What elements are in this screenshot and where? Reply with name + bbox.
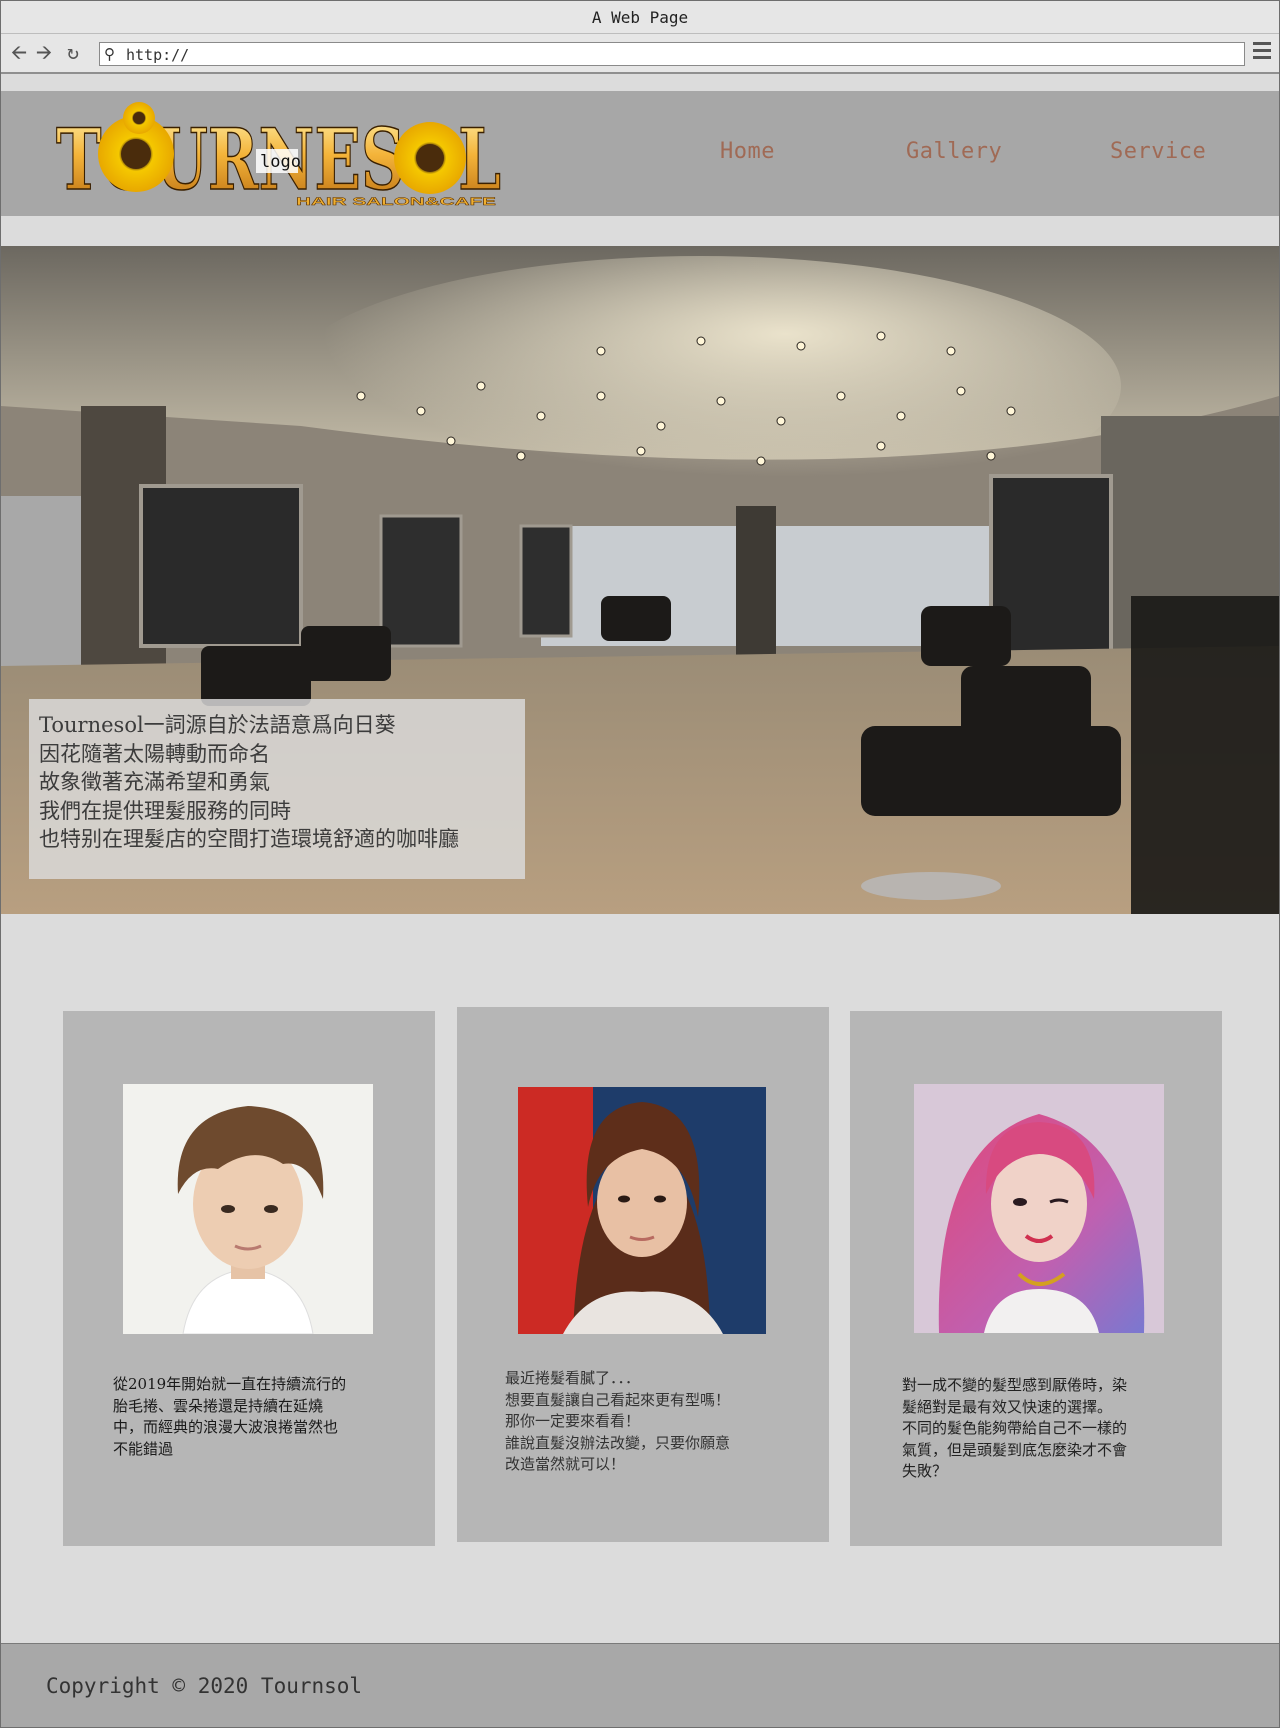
address-bar-url: http://: [126, 46, 190, 64]
card-text-line: 氣質，但是頭髮到底怎麼染才不會: [902, 1440, 1128, 1459]
hero-banner: Tournesol一詞源自於法語意爲向日葵 因花隨著太陽轉動而命名 故象徵著充滿…: [1, 246, 1279, 914]
card-text-line: 改造當然就可以！: [505, 1455, 626, 1473]
hamburger-menu-icon[interactable]: [1253, 42, 1271, 60]
card-text-line: 胎毛捲、雲朵捲還是持續在延燒: [113, 1396, 324, 1415]
card-text: 從2019年開始就一直在持續流行的 胎毛捲、雲朵捲還是持續在延燒 中，而經典的浪…: [113, 1374, 346, 1460]
nav-home[interactable]: Home: [720, 139, 775, 164]
card-text-line: 不同的髮色能夠帶給自己不一樣的: [902, 1419, 1128, 1437]
woman-with-pink-purple-hair-photo: [914, 1084, 1164, 1333]
logo-label: logo: [260, 152, 301, 172]
reload-icon[interactable]: ↻: [63, 42, 83, 62]
card-text-line: 從2019年開始就一直在持續流行的: [113, 1375, 347, 1393]
browser-title-bar: A Web Page: [1, 1, 1279, 34]
sunflower-icon: [394, 122, 466, 194]
card-text-line: 中，而經典的浪漫大波浪捲當然也: [113, 1418, 339, 1436]
hero-caption-line: 也特别在理髮店的空間打造環境舒適的咖啡廳: [39, 827, 459, 851]
style-card-straight[interactable]: 最近捲髮看膩了．．． 想要直髮讓自己看起來更有型嗎！ 那你一定要來看看！ 誰說直…: [457, 1007, 829, 1542]
card-text: 對一成不變的髮型感到厭倦時，染 髮絕對是最有效又快速的選擇。 不同的髮色能夠帶給…: [902, 1375, 1127, 1483]
forward-arrow-icon[interactable]: 🡪: [34, 42, 54, 62]
card-text-line: 對一成不變的髮型感到厭倦時，染: [902, 1376, 1128, 1394]
style-card-dye[interactable]: 對一成不變的髮型感到厭倦時，染 髮絕對是最有效又快速的選擇。 不同的髮色能夠帶給…: [850, 1011, 1222, 1546]
style-card-curly[interactable]: 從2019年開始就一直在持續流行的 胎毛捲、雲朵捲還是持續在延燒 中，而經典的浪…: [63, 1011, 435, 1546]
nav-service[interactable]: Service: [1110, 139, 1206, 164]
page-title: A Web Page: [591, 8, 689, 27]
card-text-line: 誰說直髮沒辦法改變，只要你願意: [505, 1433, 731, 1452]
nav-gallery[interactable]: Gallery: [906, 139, 1002, 164]
card-text-line: 想要直髮讓自己看起來更有型嗎！: [505, 1390, 731, 1409]
site-footer: Copyright © 2020 Tournsol: [1, 1643, 1279, 1727]
hero-caption: Tournesol一詞源自於法語意爲向日葵 因花隨著太陽轉動而命名 故象徵著充滿…: [29, 699, 525, 879]
card-text-line: 不能錯過: [113, 1439, 174, 1458]
man-with-wavy-brown-hair-photo: [123, 1084, 373, 1334]
card-text-line: 髮絕對是最有效又快速的選擇。: [902, 1397, 1113, 1416]
hero-caption-line: Tournesol一詞源自於法語意爲向日葵: [39, 713, 396, 737]
card-text: 最近捲髮看膩了．．． 想要直髮讓自己看起來更有型嗎！ 那你一定要來看看！ 誰說直…: [505, 1368, 730, 1476]
browser-window: A Web Page 🡨 🡪 ↻ ⚲ http:// logo HAIR SAL…: [0, 0, 1280, 1728]
hero-caption-line: 我們在提供理髮服務的同時: [39, 798, 291, 823]
back-arrow-icon[interactable]: 🡨: [9, 42, 29, 62]
logo-tagline: HAIR SALON&CAFE: [296, 196, 496, 208]
card-text-line: 最近捲髮看膩了．．．: [505, 1369, 641, 1387]
card-text-line: 那你一定要來看看！: [505, 1412, 641, 1430]
site-header: TOURNESOL logo HAIR SALON&CAFE Home Gall…: [1, 91, 1279, 216]
sunflower-icon: [123, 102, 155, 134]
search-icon: ⚲: [104, 45, 115, 63]
copyright-text: Copyright © 2020 Tournsol: [46, 1674, 363, 1698]
woman-with-straight-brown-hair-photo: [518, 1087, 766, 1334]
hero-caption-line: 故象徵著充滿希望和勇氣: [39, 770, 270, 794]
address-bar[interactable]: ⚲ http://: [99, 42, 1245, 66]
tournesol-logo[interactable]: TOURNESOL logo HAIR SALON&CAFE: [56, 101, 504, 209]
browser-toolbar: 🡨 🡪 ↻ ⚲ http://: [1, 34, 1279, 74]
card-text-line: 失敗？: [902, 1462, 948, 1480]
hero-caption-line: 因花隨著太陽轉動而命名: [39, 741, 270, 766]
